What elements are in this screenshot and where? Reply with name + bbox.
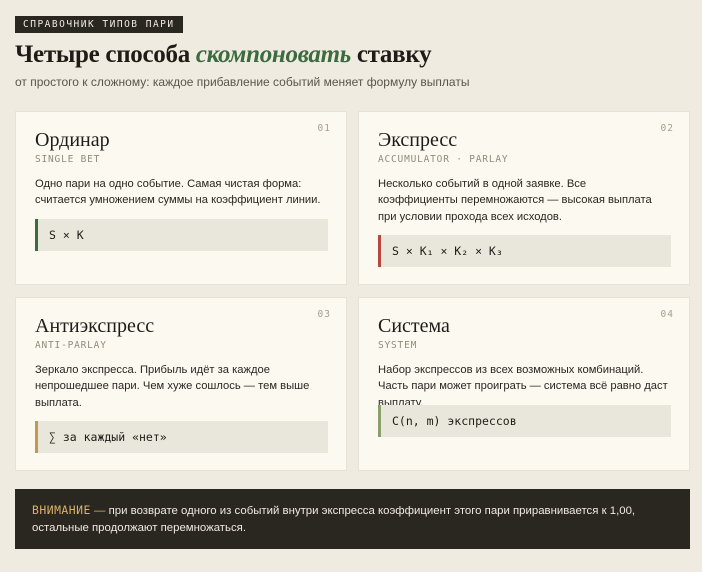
card-subtitle: SINGLE BET <box>35 154 101 165</box>
warning-notice: ВНИМАНИЕ — при возврате одного из событи… <box>15 489 690 549</box>
notice-text: ВНИМАНИЕ — при возврате одного из событи… <box>32 502 673 537</box>
page-title: Четыре способа скомпоновать ставку <box>15 37 432 73</box>
card-title: Экспресс <box>378 129 458 151</box>
notice-dash: — <box>94 505 106 517</box>
card-title: Антиэкспресс <box>35 315 155 337</box>
card-subtitle: SYSTEM <box>378 340 418 351</box>
section-tag: СПРАВОЧНИК ТИПОВ ПАРИ <box>15 16 183 33</box>
notice-body: при возврате одного из событий внутри эк… <box>32 505 636 534</box>
card-description: Зеркало экспресса. Прибыль идёт за каждо… <box>35 364 310 409</box>
card-anti-parlay: 03 Антиэкспресс ANTI-PARLAY Зеркало эксп… <box>15 297 347 471</box>
page-subtitle: от простого к сложному: каждое прибавлен… <box>15 75 470 89</box>
title-accent: скомпоновать <box>195 41 351 68</box>
card-title: Система <box>378 315 450 337</box>
card-title: Ординар <box>35 129 110 151</box>
card-number: 04 <box>660 309 674 320</box>
card-description: Набор экспрессов из всех возможных комби… <box>378 364 668 409</box>
card-number: 03 <box>317 309 331 320</box>
title-after: ставку <box>350 41 432 68</box>
card-subtitle: ACCUMULATOR · PARLAY <box>378 154 509 165</box>
card-system: 04 Система SYSTEM Набор экспрессов из вс… <box>358 297 690 471</box>
card-description: Несколько событий в одной заявке. Все ко… <box>378 178 652 223</box>
card-formula: ∑ за каждый «нет» <box>35 421 328 453</box>
card-number: 01 <box>317 123 331 134</box>
card-number: 02 <box>660 123 674 134</box>
card-accumulator: 02 Экспресс ACCUMULATOR · PARLAY Несколь… <box>358 111 690 285</box>
card-formula: C(n, m) экспрессов <box>378 405 671 437</box>
notice-label: ВНИМАНИЕ <box>32 503 91 517</box>
card-subtitle: ANTI-PARLAY <box>35 340 107 351</box>
card-formula: S × K₁ × K₂ × K₃ <box>378 235 671 267</box>
card-single-bet: 01 Ординар SINGLE BET Одно пари на одно … <box>15 111 347 285</box>
card-formula: S × K <box>35 219 328 251</box>
card-description: Одно пари на одно событие. Самая чистая … <box>35 178 321 207</box>
title-before: Четыре способа <box>15 41 196 68</box>
